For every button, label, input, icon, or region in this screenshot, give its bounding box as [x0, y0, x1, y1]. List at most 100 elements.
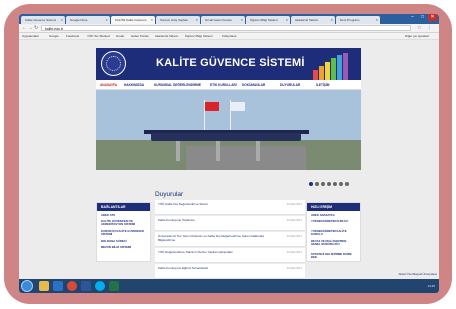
windows-start-icon[interactable]: [21, 280, 33, 292]
browser-tab[interactable]: Sunucu Giriş Sayfası ✕: [156, 16, 200, 24]
bookmarks-bar: Uygulamalar Google Facebook YÖK Tez Merk…: [19, 33, 439, 40]
slider-dot[interactable]: [339, 182, 343, 186]
announcements-title: Duyurular: [155, 191, 184, 198]
announcement-item[interactable]: Kalite Komisyonu Toplantısı 20 Mart 2017: [155, 216, 305, 231]
close-icon[interactable]: ✕: [330, 16, 333, 24]
bookmark-item[interactable]: Uygulamalar: [22, 33, 39, 40]
nav-item-evaluation[interactable]: KURUMSAL DEĞERLENDİRME: [154, 80, 201, 90]
slider-dot[interactable]: [333, 182, 337, 186]
graphic-bar: [331, 58, 336, 80]
close-icon[interactable]: ✕: [105, 16, 108, 24]
link-item[interactable]: KALİTE GÜVENCESİ VE AKREDİTASYON SİSTEMİ: [101, 219, 147, 226]
gate-pillar: [256, 141, 260, 161]
excel-icon[interactable]: [109, 281, 119, 291]
slider-road: [186, 146, 306, 170]
close-window-icon[interactable]: ✕: [428, 14, 437, 21]
link-item[interactable]: KURUM İÇİ KALİTE GÜVENCESİ SİSTEMİ: [101, 229, 147, 236]
bookmark-item[interactable]: Öğrenci Bilgi Sistemi: [185, 33, 213, 40]
nav-item-about[interactable]: HAKKIMIZDA: [124, 80, 144, 90]
system-tray-clock[interactable]: 14:25: [427, 279, 435, 293]
link-item[interactable]: BOLOGNA SÜRECİ: [101, 239, 147, 243]
quick-link-item[interactable]: ADEK ANASAYFA: [311, 213, 357, 217]
word-icon[interactable]: [81, 281, 91, 291]
browser-tab[interactable]: Akademik Takvim ✕: [291, 16, 335, 24]
nav-item-home[interactable]: ANASAYFA: [100, 80, 117, 90]
browser-tab[interactable]: Google Drive ✕: [66, 16, 110, 24]
graphic-bar: [313, 70, 318, 80]
bookmark-item[interactable]: Gmail: [116, 33, 124, 40]
announcement-item[interactable]: YÖK Değerlendirme Takvimi Üzerine Yapıla…: [155, 248, 305, 263]
gate-pillar: [216, 141, 220, 161]
browser-window: Kalite Güvence Sistemi ✕ Google Drive ✕ KA…: [19, 14, 439, 293]
outlook-icon[interactable]: [53, 281, 63, 291]
forward-icon[interactable]: →: [28, 25, 33, 32]
bookmark-item[interactable]: Facebook: [66, 33, 79, 40]
header-chart-graphic: [311, 52, 355, 80]
footer-text: Abant İzzet Baysal Üniversitesi: [398, 272, 437, 276]
reload-icon[interactable]: ↻: [34, 25, 38, 32]
slider-dot[interactable]: [315, 182, 319, 186]
bookmark-item[interactable]: Kütüphane: [222, 33, 237, 40]
nav-item-contact[interactable]: İLETİŞİM: [316, 80, 329, 90]
bookmark-item[interactable]: Haber Portalı: [131, 33, 149, 40]
graphic-bar: [325, 62, 330, 80]
browser-tab[interactable]: Öğrenci Bilgi Sistemi ✕: [246, 16, 290, 24]
browser-tab[interactable]: Ders Programı ✕: [336, 16, 380, 24]
gate-pillar: [176, 141, 180, 161]
site-header: KALİTE GÜVENCE SİSTEMİ: [96, 48, 361, 80]
logo-ring: [106, 56, 121, 71]
back-icon[interactable]: ←: [22, 25, 27, 32]
link-item[interactable]: MEZUN BİLGİ SİSTEMİ: [101, 245, 147, 249]
close-icon[interactable]: ✕: [150, 16, 153, 24]
nav-item-ethics[interactable]: ETİK KURULLARI: [210, 80, 237, 90]
url-input[interactable]: kalite.edu.tr: [41, 25, 411, 31]
slider-dot[interactable]: [327, 182, 331, 186]
quick-link-item[interactable]: BEYAZ VE MALİ KONTROL GENEL MÜDÜRLÜĞÜ: [311, 239, 357, 246]
slider-dot[interactable]: [309, 182, 313, 186]
browser-tab[interactable]: Gmail Gelen Kutusu ✕: [201, 16, 245, 24]
file-explorer-icon[interactable]: [39, 281, 49, 291]
quick-link-item[interactable]: YÜKSEKÖĞRETİM KURULU: [311, 219, 357, 223]
bookmark-item[interactable]: Akademik Takvim: [155, 33, 178, 40]
graphic-bar: [337, 55, 342, 80]
chrome-icon[interactable]: [67, 281, 77, 291]
bookmark-item[interactable]: YÖK Tez Merkezi: [87, 33, 110, 40]
turkish-flag: [205, 102, 219, 111]
close-icon[interactable]: ✕: [60, 16, 63, 24]
university-logo[interactable]: [101, 51, 126, 76]
browser-tab-active[interactable]: KALİTE Kalite Güvence ✕: [111, 16, 155, 24]
site-title: KALİTE GÜVENCE SİSTEMİ: [156, 57, 305, 69]
graphic-bar: [343, 53, 348, 80]
minimize-icon[interactable]: –: [408, 14, 417, 21]
menu-icon[interactable]: ⋮: [427, 25, 432, 32]
announcement-item[interactable]: YÖK Kalite Dış Değerlendirme Süreci 20 Ma…: [155, 200, 305, 215]
hero-slider[interactable]: [96, 90, 361, 170]
close-icon[interactable]: ✕: [285, 16, 288, 24]
maximize-icon[interactable]: □: [418, 14, 427, 21]
slider-dot[interactable]: [345, 182, 349, 186]
links-panel: BAĞLANTILAR ADEK ATS KALİTE GÜVENCESİ VE…: [96, 202, 151, 262]
star-icon[interactable]: ☆: [417, 25, 421, 32]
graphic-bar: [319, 66, 324, 80]
announcement-item[interactable]: Üniversitemiz Tez Yazım Kılavuzu ve Kali…: [155, 232, 305, 247]
nav-item-documents[interactable]: DOKÜMANLAR: [242, 80, 265, 90]
bookmark-item[interactable]: Google: [49, 33, 59, 40]
skype-icon[interactable]: [95, 281, 105, 291]
slider-dots: [309, 173, 359, 186]
close-icon[interactable]: ✕: [375, 16, 378, 24]
university-flag: [231, 102, 245, 111]
quick-link-item[interactable]: STRATEJİ GELİŞTİRME DAİRE BŞK.: [311, 252, 357, 259]
bookmark-item[interactable]: Diğer yer işaretleri: [405, 33, 429, 40]
main-nav: ANASAYFA HAKKIMIZDA KURUMSAL DEĞERLENDİR…: [96, 80, 361, 90]
link-item[interactable]: ADEK ATS: [101, 213, 147, 217]
nav-item-announcements[interactable]: DUYURULAR: [280, 80, 300, 90]
quick-link-item[interactable]: YÜKSEKÖĞRETİM KALİTE KURULU: [311, 229, 357, 236]
slider-dot[interactable]: [321, 182, 325, 186]
links-panel-heading: BAĞLANTILAR: [97, 203, 150, 211]
close-icon[interactable]: ✕: [195, 16, 198, 24]
quick-access-panel: HIZLI ERİŞİM ADEK ANASAYFA YÜKSEKÖĞRETİM…: [306, 202, 361, 262]
announcement-item[interactable]: Kalite Komisyonu Eğitimi Tamamlandı 20 Ma…: [155, 264, 305, 279]
close-icon[interactable]: ✕: [240, 16, 243, 24]
gate-canopy: [151, 133, 301, 141]
browser-tab[interactable]: Kalite Güvence Sistemi ✕: [21, 16, 65, 24]
